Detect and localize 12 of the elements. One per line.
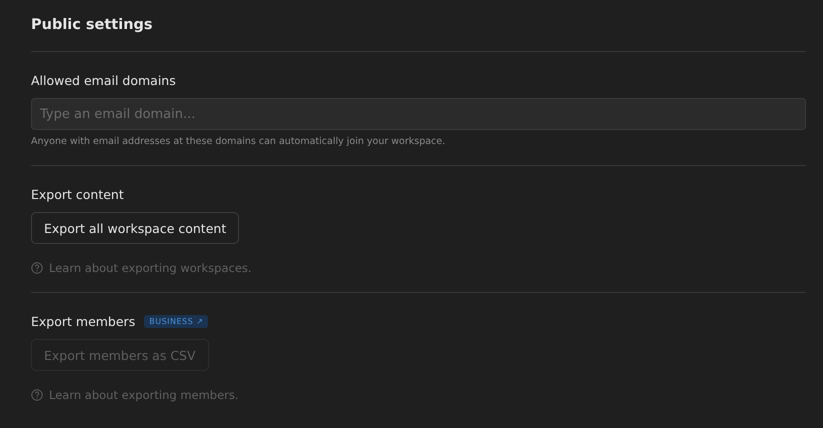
help-icon xyxy=(31,389,43,401)
learn-link[interactable]: Learn about exporting workspaces. xyxy=(49,261,252,275)
help-text: Anyone with email addresses at these domains can automatically join your workspace. xyxy=(31,136,446,147)
setting-label: Export content xyxy=(31,186,124,202)
section-title: Public settings xyxy=(31,17,154,35)
plan-badge[interactable]: BUSINESS ↗ xyxy=(144,314,208,328)
setting-label: Export members xyxy=(31,314,136,328)
learn-link[interactable]: Learn about exporting members. xyxy=(49,388,239,402)
setting-label: Allowed email domains xyxy=(31,72,176,88)
email-domain-field[interactable]: Type an email domain... xyxy=(31,98,806,130)
help-icon xyxy=(31,262,43,274)
export-button[interactable]: Export all workspace content xyxy=(31,212,240,244)
